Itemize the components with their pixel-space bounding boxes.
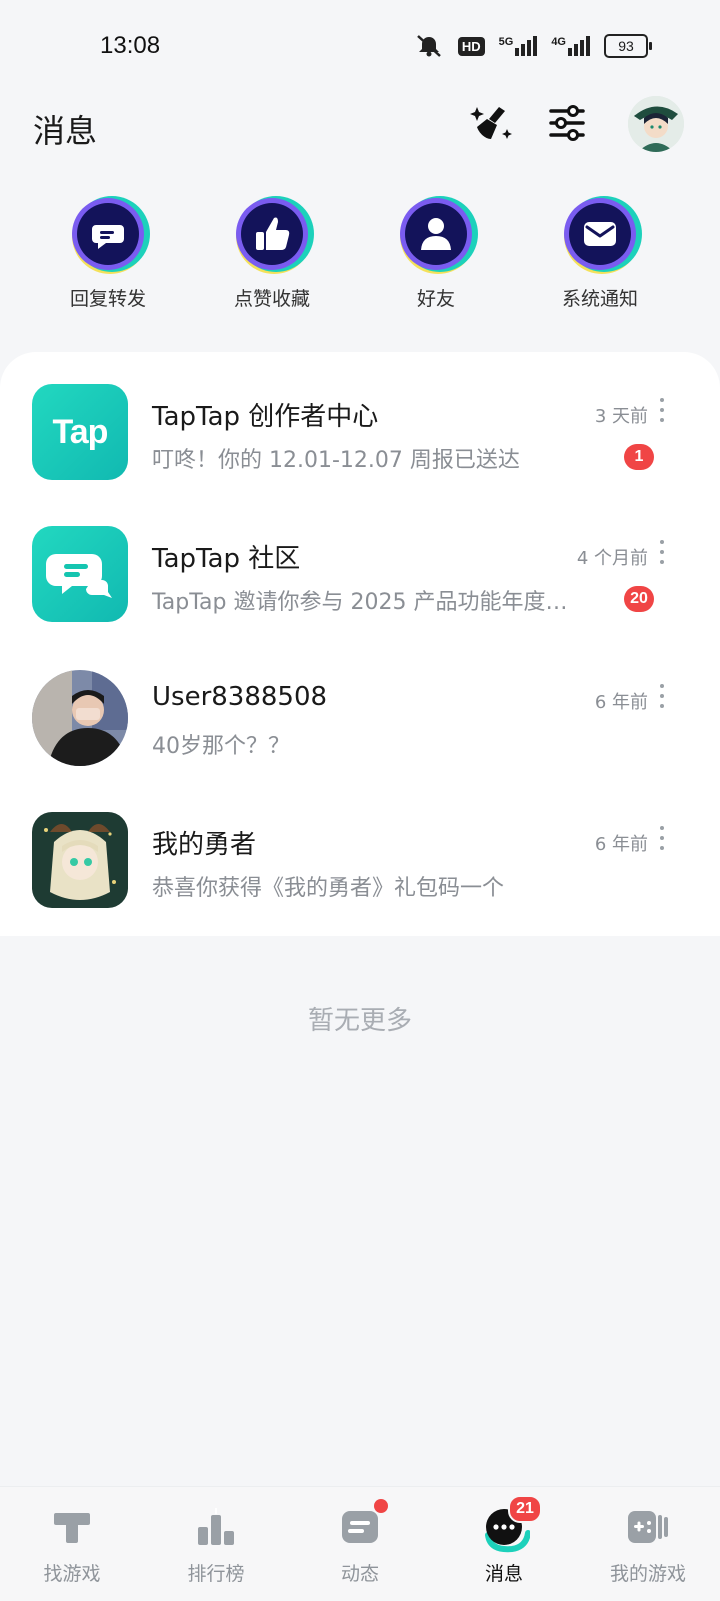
message-preview: 恭喜你获得《我的勇者》礼包码一个 — [152, 876, 505, 901]
gamepad-icon — [628, 1511, 668, 1543]
tab-feed[interactable]: 动态 — [288, 1487, 432, 1601]
message-time: 6 年前 — [594, 692, 648, 713]
user-avatar[interactable] — [628, 96, 684, 152]
message-preview: 40岁那个？？ — [152, 734, 290, 759]
signal-4g-icon: 4G — [551, 36, 590, 56]
quick-label: 好友 — [416, 288, 455, 310]
message-preview: TapTap 邀请你参与 2025 产品功能年度… — [152, 590, 568, 615]
sliders-icon — [549, 105, 585, 141]
quick-label: 系统通知 — [561, 288, 638, 310]
user-avatar — [32, 670, 128, 766]
message-item[interactable]: TapTap 社区 TapTap 邀请你参与 2025 产品功能年度… 4 个月… — [0, 494, 720, 638]
more-options-icon[interactable] — [656, 684, 668, 708]
message-item[interactable]: User8388508 40岁那个？？ 6 年前 — [0, 638, 720, 782]
feed-icon — [342, 1511, 378, 1543]
unread-count-badge: 21 — [508, 1495, 542, 1523]
message-item[interactable]: 我的勇者 恭喜你获得《我的勇者》礼包码一个 6 年前 — [0, 780, 720, 924]
quick-reply-forward[interactable]: 回复转发 — [38, 192, 178, 311]
more-options-icon[interactable] — [656, 398, 668, 422]
tab-messages[interactable]: 21 消息 — [432, 1487, 576, 1601]
status-time: 13:08 — [100, 32, 161, 59]
status-bar: 13:08 HD 5G 4G 93 — [0, 0, 720, 96]
message-sender: User8388508 — [152, 682, 328, 712]
bottom-nav: 找游戏 排行榜 动态 21 消息 我的游戏 — [0, 1486, 720, 1601]
hd-icon: HD — [457, 36, 485, 56]
broom-sparkle-icon — [470, 107, 512, 139]
header: 消息 — [0, 96, 720, 196]
unread-badge: 20 — [624, 586, 654, 612]
nav-label: 找游戏 — [43, 1563, 101, 1585]
clear-all-button[interactable] — [466, 98, 516, 148]
quick-friends[interactable]: 好友 — [366, 192, 506, 311]
thumbs-up-icon — [236, 196, 314, 274]
quick-system-notice[interactable]: 系统通知 — [530, 192, 670, 311]
taptap-community-logo — [32, 526, 128, 622]
chat-bubbles-icon — [46, 554, 112, 598]
mail-icon — [564, 196, 642, 274]
signal-5g-icon: 5G — [499, 36, 538, 56]
quick-label: 回复转发 — [69, 288, 146, 310]
quick-label: 点赞收藏 — [233, 288, 310, 310]
tab-find-games[interactable]: 找游戏 — [0, 1487, 144, 1601]
filter-button[interactable] — [542, 98, 592, 148]
battery-icon: 93 — [604, 34, 652, 58]
message-sender: TapTap 创作者中心 — [152, 402, 379, 432]
more-options-icon[interactable] — [656, 540, 668, 564]
message-preview: 叮咚！你的 12.01-12.07 周报已送达 — [152, 448, 520, 473]
tab-my-games[interactable]: 我的游戏 — [576, 1487, 720, 1601]
anime-avatar-icon — [628, 96, 684, 152]
friend-icon — [400, 196, 478, 274]
person-photo-icon — [32, 670, 128, 766]
message-time: 4 个月前 — [576, 548, 648, 569]
quick-likes-favorites[interactable]: 点赞收藏 — [202, 192, 342, 311]
reply-icon — [72, 196, 150, 274]
nav-label: 动态 — [340, 1563, 379, 1585]
quick-actions: 回复转发 点赞收藏 好友 系统通知 — [0, 192, 720, 322]
status-icons: HD 5G 4G 93 — [414, 34, 652, 58]
podium-icon — [198, 1508, 234, 1545]
taptap-t-icon — [54, 1513, 90, 1543]
message-item[interactable]: Tap TapTap 创作者中心 叮咚！你的 12.01-12.07 周报已送达… — [0, 352, 720, 496]
nav-label: 消息 — [484, 1563, 523, 1585]
nav-label: 我的游戏 — [609, 1563, 686, 1585]
message-sender: 我的勇者 — [152, 830, 257, 860]
mute-bell-icon — [417, 35, 441, 57]
nav-label: 排行榜 — [187, 1563, 245, 1585]
message-sender: TapTap 社区 — [152, 544, 301, 574]
game-avatar — [32, 812, 128, 908]
more-options-icon[interactable] — [656, 826, 668, 850]
new-activity-dot — [374, 1499, 388, 1513]
message-time: 3 天前 — [594, 406, 648, 427]
no-more-text: 暂无更多 — [307, 1006, 412, 1036]
message-list: Tap TapTap 创作者中心 叮咚！你的 12.01-12.07 周报已送达… — [0, 352, 720, 936]
taptap-logo: Tap — [32, 384, 128, 480]
page-title: 消息 — [33, 112, 98, 150]
game-character-icon — [32, 812, 128, 908]
message-time: 6 年前 — [594, 834, 648, 855]
unread-badge: 1 — [624, 444, 654, 470]
tab-rankings[interactable]: 排行榜 — [144, 1487, 288, 1601]
